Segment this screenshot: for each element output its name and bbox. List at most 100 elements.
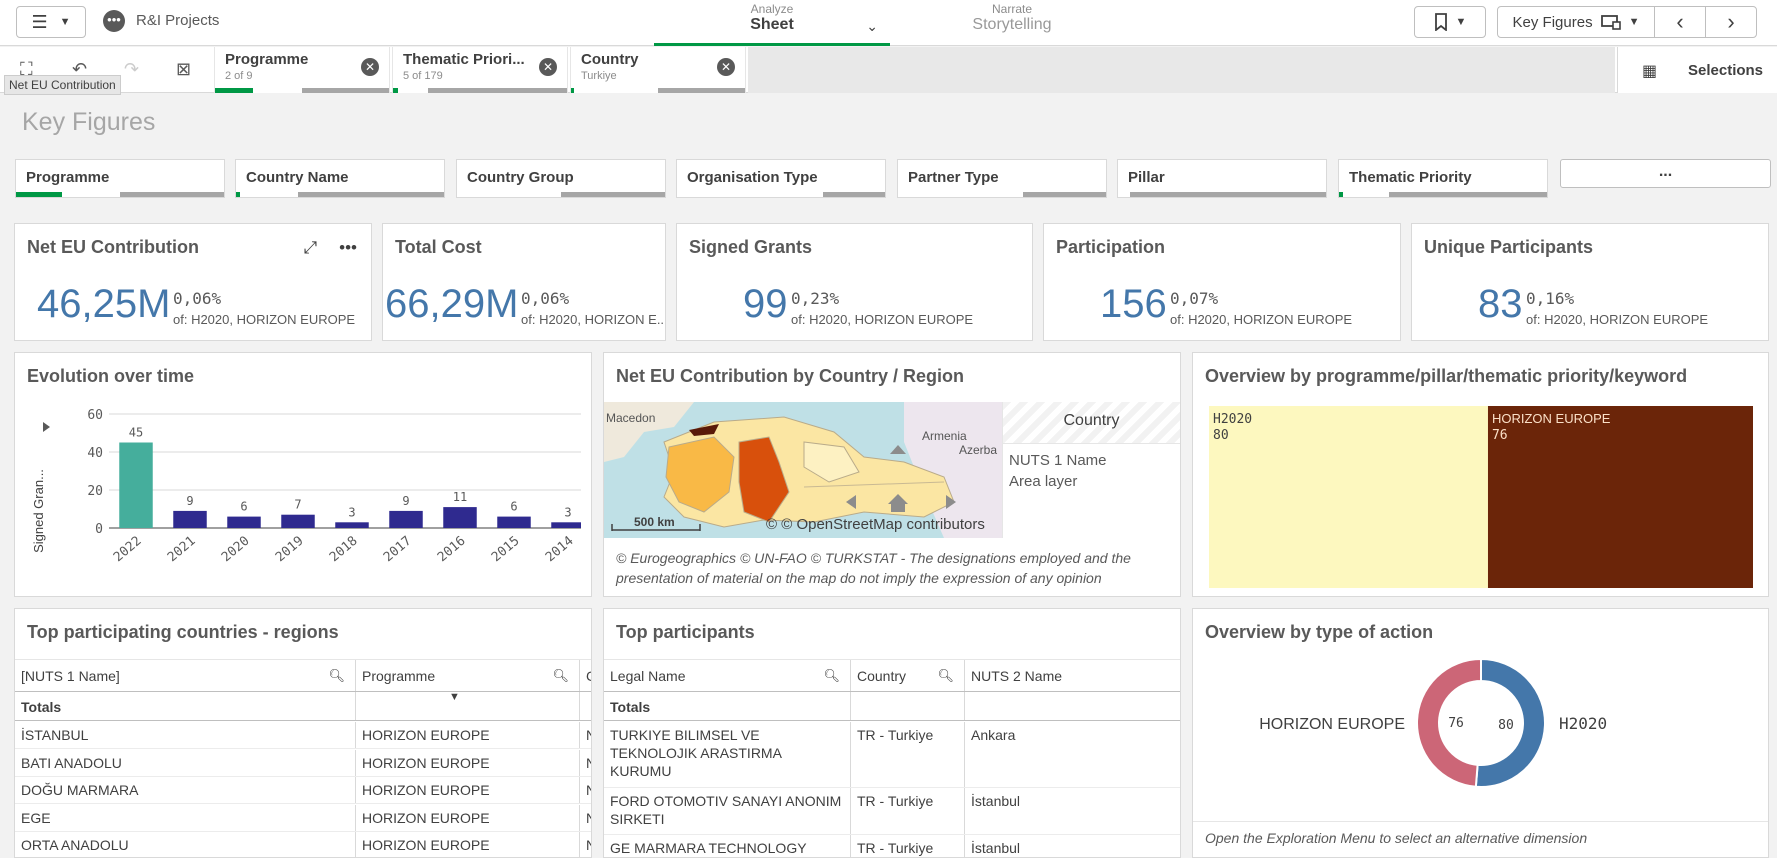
table-row[interactable]: İSTANBULHORIZON EUROPEN bbox=[15, 722, 591, 749]
chevron-down-icon[interactable]: ⌄ bbox=[866, 18, 878, 35]
map-legend-header[interactable]: Country bbox=[1003, 402, 1180, 444]
sort-arrow-icon[interactable]: ▼ bbox=[449, 692, 460, 706]
more-options-icon[interactable]: ••• bbox=[339, 238, 357, 258]
expand-arrow-icon[interactable] bbox=[43, 422, 50, 432]
filter-country-group[interactable]: Country Group bbox=[456, 159, 666, 198]
type-of-action-donut-chart[interactable]: 80 H2020 76 HORIZON EUROPE bbox=[1193, 654, 1768, 824]
data-label: 9 bbox=[402, 494, 409, 508]
selection-bar: ⛶ ↶ ↷ ⊠ Programme 2 of 9 ✕ Thematic Prio… bbox=[0, 47, 1777, 93]
column-header[interactable]: Country 🔍︎ bbox=[851, 660, 965, 691]
column-header[interactable]: C bbox=[580, 660, 591, 691]
table-cell: N bbox=[580, 777, 591, 803]
chevron-down-icon: ▼ bbox=[59, 16, 71, 28]
panel-title: Top participants bbox=[616, 622, 755, 642]
selection-chip-country[interactable]: Country Turkiye ✕ bbox=[570, 47, 746, 93]
evolution-bar-chart[interactable]: Signed Gran... 0 20 40 60 45 2022 9 2021 6 2020 7… bbox=[21, 401, 581, 591]
kpi-total-cost[interactable]: Total Cost 66,29M 0,06% of: H2020, HORIZ… bbox=[382, 223, 666, 341]
navigation-menu-button[interactable]: ☰ ▼ bbox=[16, 6, 86, 38]
kpi-value: 66,29M bbox=[385, 282, 519, 326]
table-cell: N bbox=[580, 722, 591, 748]
evolution-over-time-panel[interactable]: Evolution over time Signed Gran... 0 20 40… bbox=[14, 352, 592, 597]
filter-country-name[interactable]: Country Name bbox=[235, 159, 445, 198]
next-sheet-button[interactable]: › bbox=[1705, 6, 1757, 38]
search-icon[interactable]: 🔍︎ bbox=[937, 668, 954, 684]
filter-thematic-priority[interactable]: Thematic Priority bbox=[1338, 159, 1548, 198]
search-icon[interactable]: 🔍︎ bbox=[328, 668, 345, 684]
bar[interactable] bbox=[335, 522, 369, 528]
tab-narrate-storytelling[interactable]: Narrate Storytelling bbox=[912, 2, 1112, 46]
tab-analyze-label: Analyze bbox=[750, 2, 794, 16]
sheet-selector-button[interactable]: Key Figures ▼ bbox=[1497, 6, 1655, 38]
search-icon[interactable]: 🔍︎ bbox=[823, 668, 840, 684]
bar[interactable] bbox=[443, 507, 477, 528]
selection-chip-thematic-priority[interactable]: Thematic Priori... 5 of 179 ✕ bbox=[392, 47, 568, 93]
map-attribution: © © OpenStreetMap contributors bbox=[766, 516, 985, 533]
bar[interactable] bbox=[173, 510, 207, 528]
tab-analyze-sheet[interactable]: Analyze Sheet ⌄ bbox=[654, 2, 890, 46]
expand-icon[interactable]: ⤢ bbox=[304, 238, 318, 258]
filter-label: Country Group bbox=[467, 169, 574, 186]
filter-pillar[interactable]: Pillar bbox=[1117, 159, 1327, 198]
table-row[interactable]: FORD OTOMOTIV SANAYI ANONIM SIRKETI TR - … bbox=[604, 788, 1180, 835]
treemap-panel[interactable]: Overview by programme/pillar/thematic pr… bbox=[1192, 352, 1769, 597]
data-label: 7 bbox=[294, 498, 301, 512]
table-row[interactable]: BATI ANADOLUHORIZON EUROPEN bbox=[15, 749, 591, 777]
app-icon: ••• bbox=[103, 10, 125, 32]
table-row[interactable]: DOĞU MARMARAHORIZON EUROPEN bbox=[15, 777, 591, 804]
more-filters-button[interactable]: ... bbox=[1560, 159, 1771, 188]
map-panel[interactable]: Net EU Contribution by Country / Region … bbox=[603, 352, 1181, 597]
treemap-cell[interactable] bbox=[1487, 406, 1753, 588]
previous-sheet-button[interactable]: ‹ bbox=[1654, 6, 1706, 38]
column-header[interactable]: Programme 🔍︎ bbox=[356, 660, 580, 691]
data-label: 9 bbox=[186, 494, 193, 508]
x-tick-label: 2014 bbox=[543, 533, 577, 565]
clear-selections-icon[interactable]: ⊠ bbox=[176, 59, 191, 80]
bar[interactable] bbox=[227, 516, 261, 528]
bar[interactable] bbox=[497, 516, 531, 528]
type-of-action-panel[interactable]: Overview by type of action 80 H2020 76 HORI… bbox=[1192, 608, 1769, 858]
top-participants-panel[interactable]: Top participants Legal Name 🔍︎ Country 🔍︎ … bbox=[603, 608, 1181, 858]
column-header[interactable]: Legal Name 🔍︎ bbox=[604, 660, 851, 691]
selection-chip-programme[interactable]: Programme 2 of 9 ✕ bbox=[214, 47, 390, 93]
bar[interactable] bbox=[281, 514, 315, 528]
close-icon[interactable]: ✕ bbox=[539, 58, 557, 76]
step-forward-icon[interactable]: ↷ bbox=[124, 59, 139, 80]
selections-button[interactable]: ▦ Selections bbox=[1617, 47, 1777, 93]
close-icon[interactable]: ✕ bbox=[717, 58, 735, 76]
close-icon[interactable]: ✕ bbox=[361, 58, 379, 76]
bar[interactable] bbox=[119, 442, 153, 529]
kpi-value: 46,25M bbox=[37, 282, 171, 326]
map-legend: Country NUTS 1 Name Area layer bbox=[1002, 402, 1180, 538]
bar[interactable] bbox=[551, 522, 581, 528]
kpi-participation[interactable]: Participation 156 0,07% of: H2020, HORIZ… bbox=[1043, 223, 1401, 341]
search-icon[interactable]: 🔍︎ bbox=[552, 668, 569, 684]
filter-programme[interactable]: Programme bbox=[15, 159, 225, 198]
column-header[interactable]: [NUTS 1 Name] 🔍︎ bbox=[15, 660, 356, 691]
kpi-net-eu-contribution[interactable]: Net EU Contribution ⤢ ••• 46,25M 0,06% o… bbox=[14, 223, 372, 341]
kpi-of: of: H2020, HORIZON EUROPE bbox=[791, 312, 974, 327]
kpi-value: 99 bbox=[743, 282, 788, 326]
column-header[interactable]: NUTS 2 Name bbox=[965, 660, 1180, 691]
filter-organisation-type[interactable]: Organisation Type bbox=[676, 159, 886, 198]
filter-partner-type[interactable]: Partner Type bbox=[897, 159, 1107, 198]
table-row[interactable]: EGEHORIZON EUROPEN bbox=[15, 804, 591, 832]
table-row[interactable]: GE MARMARA TECHNOLOGY TR - Turkiye İstanbu… bbox=[604, 835, 1180, 857]
treemap-cell-label: H2020 bbox=[1213, 412, 1252, 427]
bar[interactable] bbox=[389, 510, 423, 528]
kpi-signed-grants[interactable]: Signed Grants 99 0,23% of: H2020, HORIZO… bbox=[676, 223, 1033, 341]
kpi-unique-participants[interactable]: Unique Participants 83 0,16% of: H2020, … bbox=[1411, 223, 1769, 341]
bookmarks-button[interactable]: ▼ bbox=[1414, 6, 1486, 38]
treemap-chart[interactable]: H202080 HORIZON EUROPE 76 bbox=[1209, 406, 1753, 588]
table-row[interactable]: TURKIYE BILIMSEL VE TEKNOLOJIK ARASTIRMA… bbox=[604, 722, 1180, 788]
table-cell: ORTA ANADOLU bbox=[15, 832, 356, 857]
treemap-cell-value: 76 bbox=[1492, 428, 1508, 443]
data-label: 6 bbox=[240, 500, 247, 514]
tooltip: Net EU Contribution bbox=[4, 75, 121, 95]
treemap-cell[interactable] bbox=[1209, 406, 1488, 588]
kpi-title: Total Cost bbox=[395, 237, 482, 257]
table-row[interactable]: ORTA ANADOLUHORIZON EUROPEN bbox=[15, 832, 591, 857]
top-countries-panel[interactable]: Top participating countries - regions [N… bbox=[14, 608, 592, 858]
country-map[interactable]: Macedon Armenia Azerba 500 km © © OpenSt… bbox=[604, 402, 1002, 538]
sheet-name: Key Figures bbox=[1512, 13, 1593, 31]
x-tick-label: 2018 bbox=[327, 534, 361, 566]
